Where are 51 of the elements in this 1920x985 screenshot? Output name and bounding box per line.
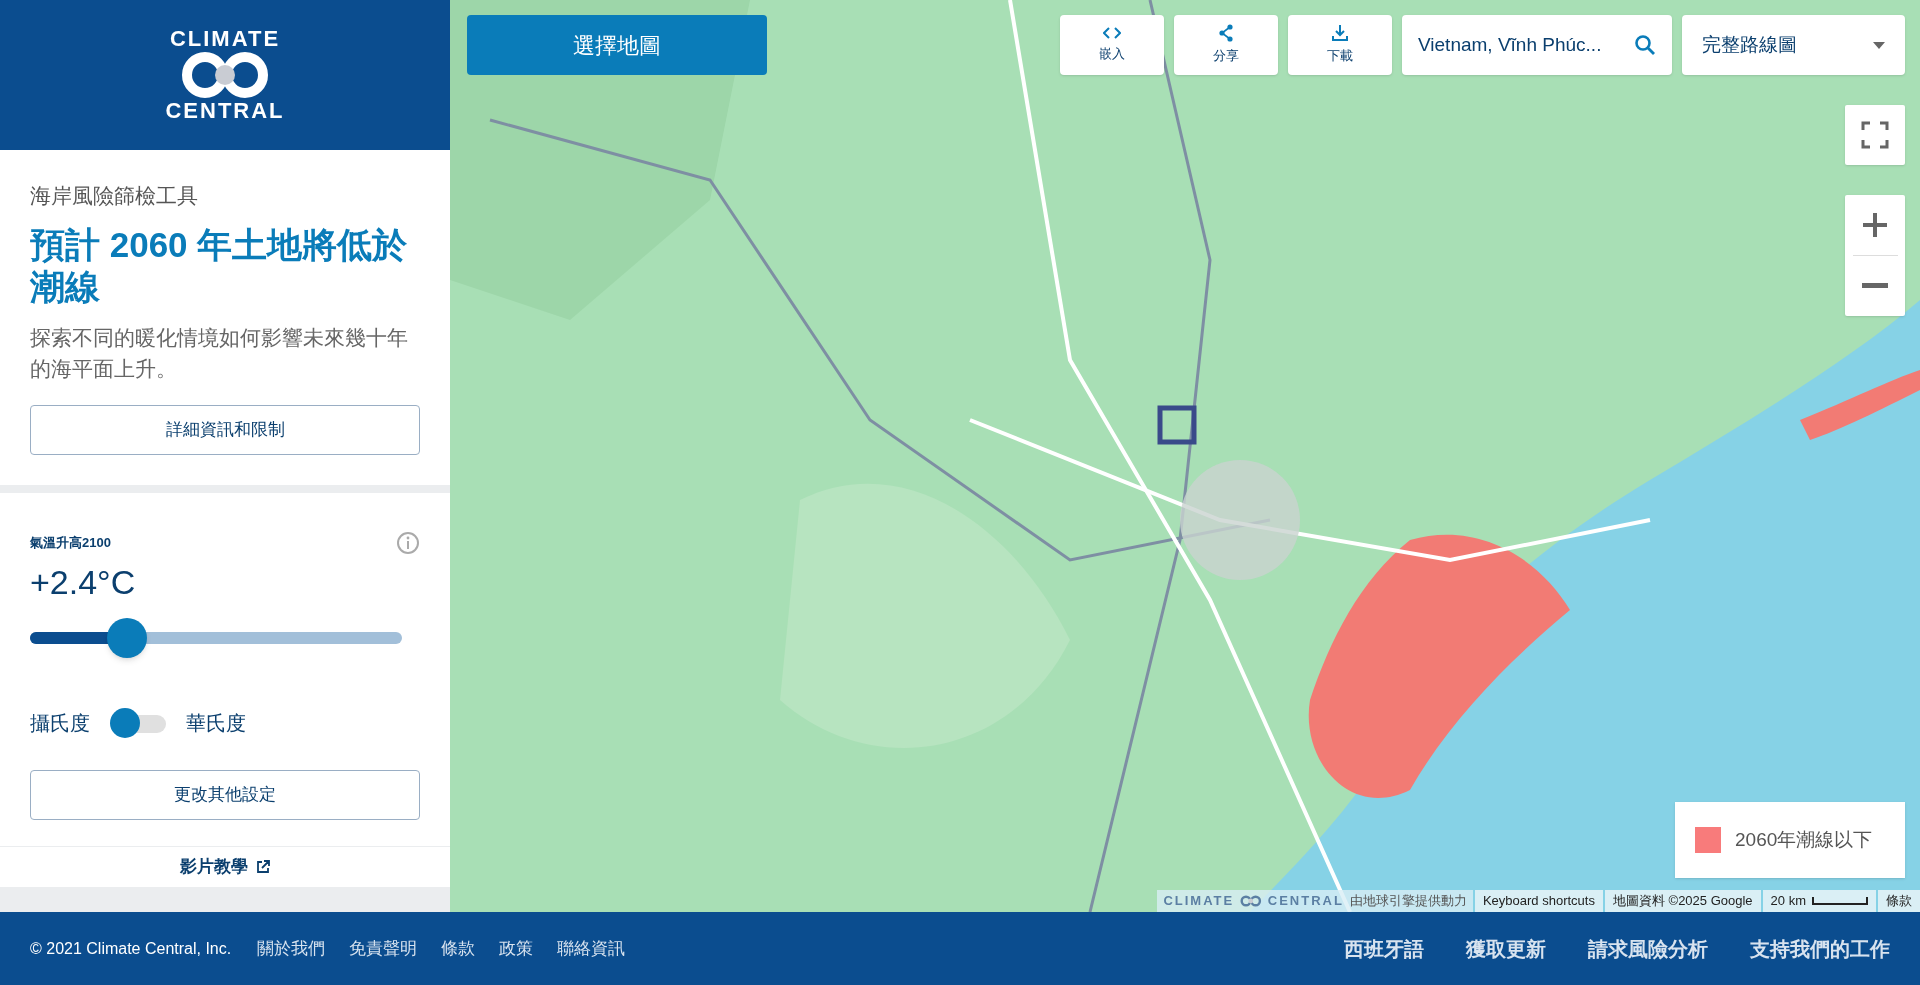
fullscreen-button[interactable] <box>1845 105 1905 165</box>
footer-link[interactable]: 免責聲明 <box>349 935 418 962</box>
details-button[interactable]: 詳細資訊和限制 <box>30 404 420 455</box>
share-button[interactable]: 分享 <box>1174 15 1278 75</box>
footer-link[interactable]: 聯絡資訊 <box>557 935 626 962</box>
layer-dropdown[interactable]: 完整路線圖 <box>1682 15 1905 75</box>
logo-icon <box>180 50 270 100</box>
unit-label: 攝氏度 <box>30 710 90 736</box>
caret-icon <box>1873 41 1885 49</box>
logo-text: CENTRAL <box>165 100 285 122</box>
external-link-icon <box>256 859 270 874</box>
unit-label: 華氏度 <box>186 710 246 736</box>
setting-label: 氣溫升高2100 <box>30 533 111 552</box>
powered-by-text: 由地球引擎提供動力 <box>1349 892 1467 911</box>
search-icon <box>1634 34 1656 56</box>
unit-toggle[interactable] <box>110 707 166 738</box>
terms-link[interactable]: 條款 <box>1878 890 1920 912</box>
attribution-link[interactable]: Keyboard shortcuts <box>1474 890 1603 912</box>
logo-icon <box>1240 895 1262 907</box>
scale-bar-icon <box>1812 897 1868 905</box>
fullscreen-icon <box>1861 121 1889 149</box>
search-field[interactable]: Vietnam, Vĩnh Phúc... <box>1402 15 1672 75</box>
footer-link[interactable]: 條款 <box>441 935 476 962</box>
minus-icon <box>1862 283 1888 289</box>
code-icon <box>1103 26 1121 41</box>
download-button[interactable]: 下載 <box>1288 15 1392 75</box>
temperature-slider[interactable] <box>30 617 402 658</box>
attribution-logo-text: CENTRAL <box>1267 892 1344 911</box>
footer-link[interactable]: 支持我們的工作 <box>1750 933 1890 964</box>
select-map-button[interactable]: 選擇地圖 <box>467 15 767 75</box>
description: 探索不同的暖化情境如何影響未來幾十年的海平面上升。 <box>30 324 409 382</box>
temperature-reading: +2.4°C <box>30 561 137 603</box>
logo-text: CLIMATE <box>169 28 281 50</box>
video-tutorial-link[interactable]: 影片教學 <box>180 853 270 880</box>
scale-label: 20 km <box>1770 892 1806 911</box>
plus-icon <box>1862 212 1888 238</box>
embed-button[interactable]: 嵌入 <box>1060 15 1164 75</box>
settings-button[interactable]: 更改其他設定 <box>30 769 420 820</box>
tool-subtitle: 海岸風險篩檢工具 <box>30 183 199 209</box>
footer-link[interactable]: 西班牙語 <box>1344 933 1424 964</box>
copyright-text: © 2021 Climate Central, Inc. <box>30 938 232 959</box>
download-icon <box>1331 24 1349 43</box>
footer-link[interactable]: 政策 <box>499 935 534 962</box>
share-icon <box>1218 24 1234 43</box>
footer-link[interactable]: 關於我們 <box>257 935 326 962</box>
attribution-link[interactable]: 地圖資料 ©2025 Google <box>1604 890 1761 912</box>
page-heading: 預計 2060 年土地將低於潮線 <box>30 223 409 308</box>
attribution-logo-text: CLIMATE <box>1163 892 1235 911</box>
legend-label: 2060年潮線以下 <box>1735 827 1873 852</box>
footer-link[interactable]: 獲取更新 <box>1466 933 1546 964</box>
footer-link[interactable]: 請求風險分析 <box>1588 933 1708 964</box>
